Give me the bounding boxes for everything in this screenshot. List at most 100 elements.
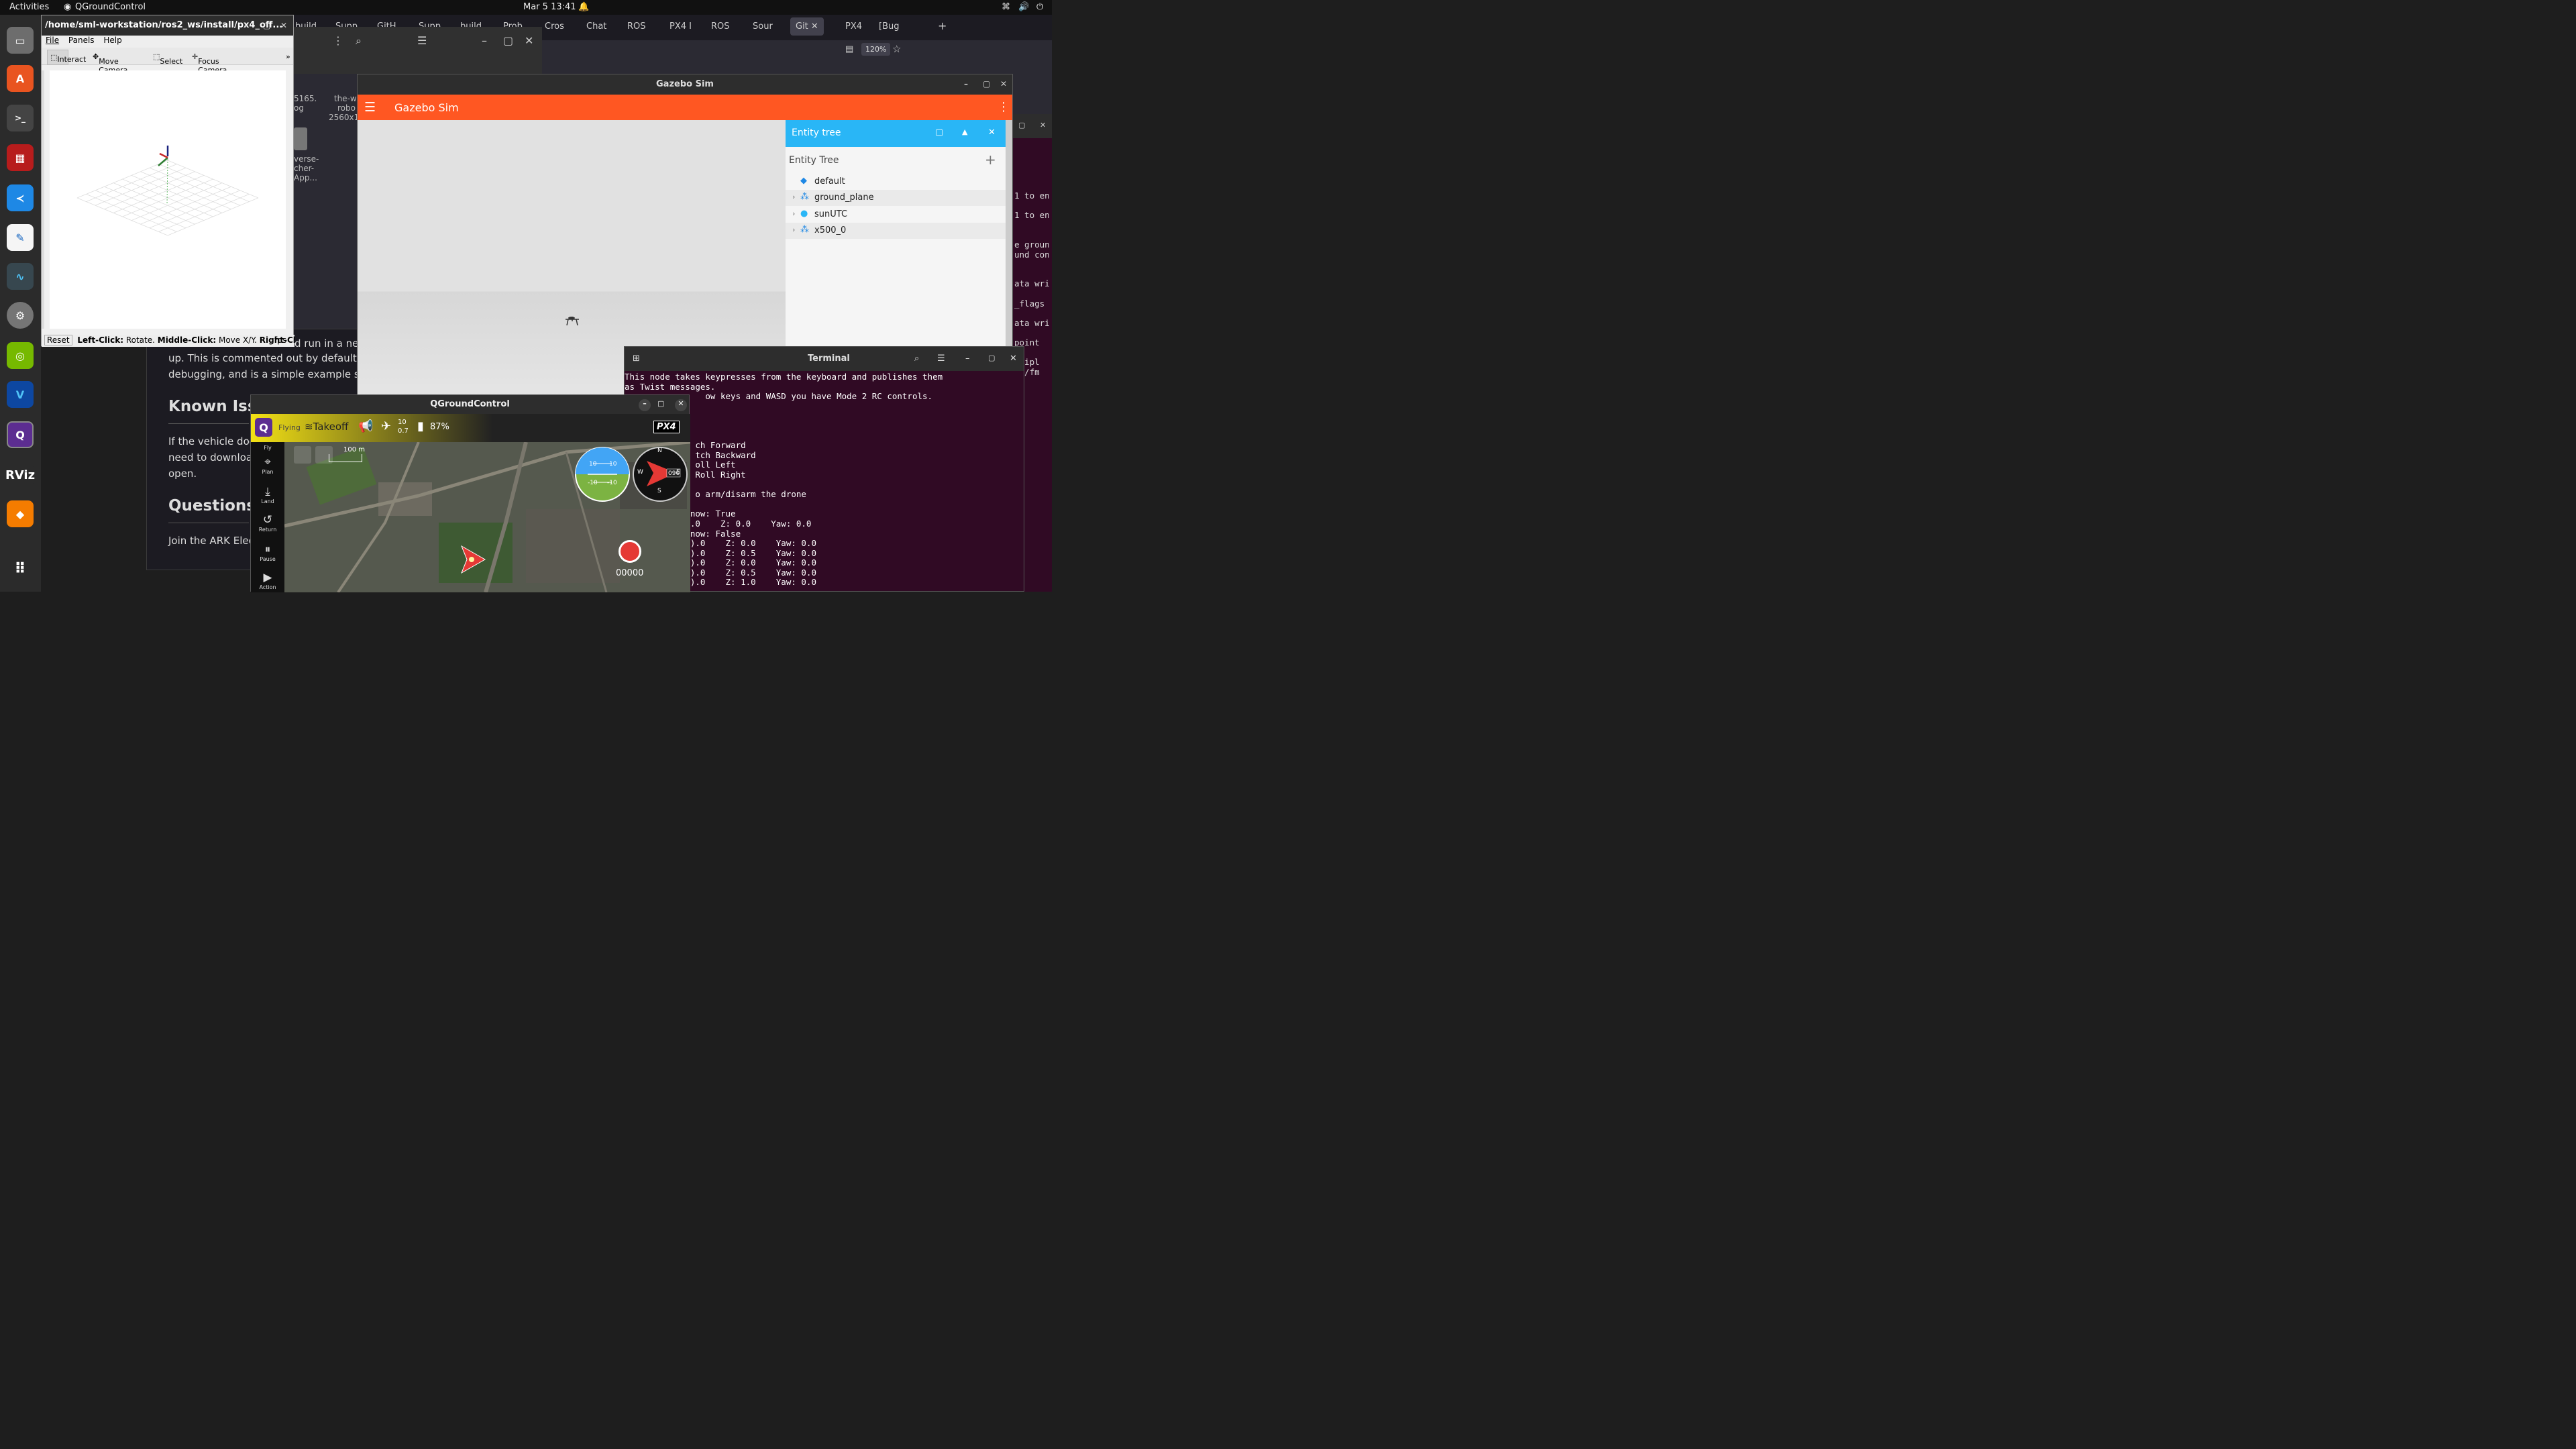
- maximize-icon[interactable]: ▢: [503, 34, 513, 47]
- maximize-icon[interactable]: ▢: [1018, 121, 1025, 129]
- text-editor-icon[interactable]: ✎: [7, 224, 34, 251]
- record-button[interactable]: [619, 540, 641, 563]
- maximize-icon[interactable]: ▢: [983, 79, 990, 89]
- maximize-icon[interactable]: ▢: [935, 127, 943, 138]
- vs-icon[interactable]: V: [7, 381, 34, 408]
- close-icon[interactable]: ✕: [675, 399, 687, 411]
- browser-tab[interactable]: Chat: [586, 21, 606, 32]
- close-icon[interactable]: ✕: [1040, 121, 1046, 129]
- gazebo-icon[interactable]: ◆: [7, 500, 34, 527]
- terminal-icon[interactable]: >_: [7, 105, 34, 131]
- attitude-indicator[interactable]: [574, 446, 631, 502]
- new-tab-icon[interactable]: +: [938, 19, 947, 32]
- activities-button[interactable]: Activities: [9, 2, 49, 12]
- menu-icon[interactable]: ⋮: [333, 34, 343, 47]
- satellite-icon[interactable]: ✈: [381, 419, 391, 433]
- file-item[interactable]: verse-cher- App...: [294, 154, 319, 182]
- qgc-logo-icon[interactable]: Q: [255, 418, 272, 437]
- minimize-icon[interactable]: –: [244, 21, 248, 30]
- hamburger-menu-icon[interactable]: ☰: [364, 100, 376, 115]
- megaphone-icon[interactable]: 📢: [358, 419, 373, 433]
- maximize-icon[interactable]: ▢: [988, 354, 995, 362]
- flight-mode[interactable]: Flying: [278, 423, 301, 432]
- pause-button[interactable]: ⏸ Pause: [251, 543, 284, 570]
- entity-row[interactable]: › ● sunUTC: [786, 207, 1006, 223]
- satellite-map[interactable]: 100 m 10 10 -10 -10 N S W E 090 00000: [284, 442, 690, 592]
- add-icon[interactable]: +: [985, 152, 996, 168]
- rviz-icon[interactable]: RViz: [5, 462, 35, 488]
- return-button[interactable]: ↺ Return: [251, 513, 284, 540]
- reset-button[interactable]: Reset: [44, 335, 72, 345]
- close-icon[interactable]: ✕: [525, 34, 533, 47]
- close-icon[interactable]: ✕: [1000, 79, 1007, 89]
- more-options-icon[interactable]: ⋮: [998, 100, 1010, 114]
- minimize-icon[interactable]: –: [639, 399, 651, 411]
- takeoff-status[interactable]: ≋Takeoff: [305, 421, 348, 433]
- land-button[interactable]: ⤓ Land: [251, 485, 284, 512]
- more-tools-icon[interactable]: »: [286, 52, 290, 61]
- minimize-icon[interactable]: –: [965, 354, 970, 364]
- plotjuggler-icon[interactable]: ∿: [7, 263, 34, 290]
- close-icon[interactable]: ✕: [280, 21, 287, 30]
- browser-tab[interactable]: Cros: [545, 21, 564, 32]
- maximize-icon[interactable]: ▢: [263, 21, 270, 30]
- menu-help[interactable]: Help: [103, 36, 121, 45]
- search-icon[interactable]: ⌕: [914, 354, 919, 364]
- app-center-icon[interactable]: A: [7, 65, 34, 92]
- menu-file[interactable]: File: [46, 36, 59, 45]
- vehicle-icon[interactable]: [455, 543, 488, 576]
- settings-icon[interactable]: ⚙: [7, 302, 34, 329]
- power-icon[interactable]: ⏻: [1036, 2, 1043, 12]
- show-apps-icon[interactable]: ⠿: [7, 555, 34, 582]
- chevron-right-icon[interactable]: ›: [792, 193, 795, 201]
- file-item[interactable]: 5165. og: [294, 94, 317, 113]
- new-tab-icon[interactable]: ⊞: [633, 354, 640, 364]
- vscode-icon[interactable]: ≺: [7, 184, 34, 211]
- zoom-level[interactable]: 120%: [861, 43, 891, 56]
- system-monitor-icon[interactable]: ▦: [7, 144, 34, 171]
- clock[interactable]: Mar 5 13:41: [523, 2, 576, 12]
- browser-tab[interactable]: PX4: [845, 21, 862, 32]
- notification-bell-icon[interactable]: 🔔: [578, 2, 589, 12]
- entity-row[interactable]: ◆ default: [786, 174, 1006, 190]
- battery-icon[interactable]: ▮: [417, 419, 424, 433]
- close-icon[interactable]: ✕: [1010, 354, 1017, 364]
- menu-icon[interactable]: ☰: [937, 354, 945, 364]
- browser-tab-active[interactable]: Git ✕: [790, 17, 824, 36]
- entity-row[interactable]: › ⁂ ground_plane: [786, 190, 1006, 206]
- tool-interact[interactable]: ⬚ Interact: [47, 50, 86, 65]
- chevron-right-icon[interactable]: ›: [792, 225, 795, 234]
- 3d-viewport[interactable]: [50, 70, 286, 329]
- bookmark-star-icon[interactable]: ☆: [892, 43, 901, 55]
- browser-tab[interactable]: ROS: [627, 21, 646, 32]
- tool-move-camera[interactable]: ✥Move Camera: [93, 52, 127, 74]
- left-splitter[interactable]: [42, 70, 44, 329]
- map-tool[interactable]: [294, 446, 311, 464]
- browser-tab[interactable]: [Bug: [879, 21, 899, 32]
- volume-icon[interactable]: 🔊: [1018, 2, 1029, 12]
- files-icon[interactable]: ▭: [7, 27, 34, 54]
- menu-panels[interactable]: Panels: [68, 36, 95, 45]
- active-app-name[interactable]: QGroundControl: [75, 2, 146, 12]
- maximize-icon[interactable]: ▢: [657, 399, 664, 408]
- nvidia-icon[interactable]: ◎: [7, 342, 34, 369]
- minimize-icon[interactable]: –: [964, 79, 968, 89]
- action-button[interactable]: ▶ Action: [251, 571, 284, 598]
- minimize-icon[interactable]: –: [482, 34, 487, 47]
- close-icon[interactable]: ✕: [988, 127, 996, 138]
- chevron-right-icon[interactable]: ›: [792, 209, 795, 218]
- browser-tab[interactable]: ROS: [711, 21, 730, 32]
- qgroundcontrol-icon[interactable]: Q: [7, 421, 34, 448]
- reader-view-icon[interactable]: ▤: [845, 44, 853, 54]
- browser-tab[interactable]: PX4 I: [669, 21, 692, 32]
- collapse-icon[interactable]: ▲: [962, 127, 967, 136]
- tool-focus-camera[interactable]: ✛Focus Camera: [192, 52, 227, 74]
- entity-name: sunUTC: [814, 209, 848, 219]
- tool-select[interactable]: ⬚ Select: [153, 52, 182, 66]
- network-icon[interactable]: ⌘: [1002, 2, 1010, 12]
- search-icon[interactable]: ⌕: [356, 34, 362, 48]
- entity-row[interactable]: › ⁂ x500_0: [786, 223, 1006, 239]
- list-view-icon[interactable]: ☰: [417, 34, 427, 47]
- plan-button[interactable]: ⌖ Plan: [251, 455, 284, 482]
- browser-tab[interactable]: Sour: [753, 21, 773, 32]
